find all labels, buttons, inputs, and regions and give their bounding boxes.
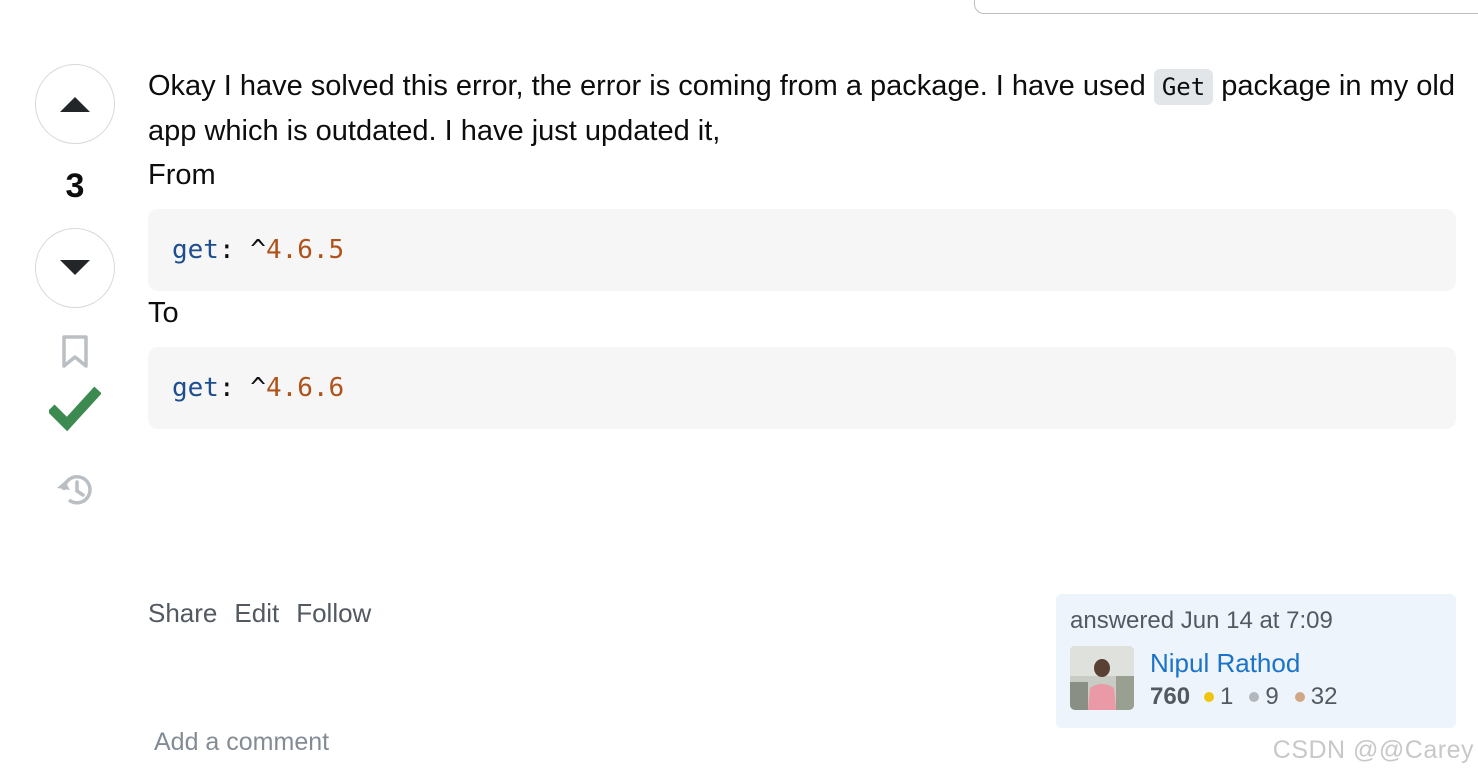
code-key: get (172, 235, 219, 265)
user-photo-icon (1070, 646, 1134, 710)
silver-badge-count: 9 (1265, 683, 1279, 710)
post-menu: Share Edit Follow (148, 598, 371, 629)
checkmark-icon (49, 386, 101, 432)
vote-column: 3 (34, 64, 116, 510)
arrow-up-icon (60, 97, 90, 112)
answer-page: 3 Okay I have solved this error, the err… (0, 0, 1478, 780)
edit-link[interactable]: Edit (234, 598, 279, 629)
from-label: From (148, 159, 216, 191)
search-box-edge[interactable] (974, 0, 1478, 14)
bronze-badges: 32 (1294, 680, 1338, 714)
reputation-score: 760 (1150, 683, 1191, 710)
to-label: To (148, 297, 179, 329)
intro-text-before: Okay I have solved this error, the error… (148, 70, 1154, 102)
code-block-to: get: ^ 4.6.6 (148, 347, 1456, 429)
bronze-badge-count: 32 (1310, 683, 1338, 710)
user-card: answered Jun 14 at 7:09 Nipul Rathod 760 (1056, 594, 1456, 728)
code-punct: : ^ (218, 235, 266, 265)
silver-badge-icon (1249, 692, 1260, 702)
upvote-button[interactable] (35, 64, 115, 144)
timeline-button[interactable] (55, 470, 95, 510)
user-name-link[interactable]: Nipul Rathod (1150, 646, 1347, 680)
code-block-from: get: ^ 4.6.5 (148, 209, 1456, 291)
watermark-text: CSDN @@Carey (1272, 736, 1474, 764)
follow-link[interactable]: Follow (296, 598, 371, 629)
vote-count: 3 (65, 166, 85, 205)
code-version: 4.6.5 (265, 235, 345, 265)
silver-badges: 9 (1249, 680, 1279, 714)
answer-intro-paragraph: Okay I have solved this error, the error… (148, 64, 1456, 153)
user-flair: 760 1 9 32 (1150, 680, 1347, 714)
user-info-row: Nipul Rathod 760 1 9 32 (1070, 646, 1442, 714)
answered-timestamp[interactable]: answered Jun 14 at 7:09 (1070, 606, 1442, 636)
gold-badge-icon (1204, 692, 1215, 702)
arrow-down-icon (60, 260, 90, 275)
downvote-button[interactable] (35, 228, 115, 308)
accepted-answer-mark (49, 382, 101, 434)
code-key: get (172, 373, 219, 403)
bronze-badge-icon (1294, 692, 1305, 702)
code-punct: : ^ (218, 373, 266, 403)
inline-code-get: Get (1153, 69, 1214, 105)
bookmark-button[interactable] (61, 334, 89, 370)
history-icon (57, 475, 92, 505)
share-link[interactable]: Share (148, 598, 217, 629)
add-comment-link[interactable]: Add a comment (154, 728, 329, 757)
gold-badges: 1 (1204, 680, 1233, 714)
user-details: Nipul Rathod 760 1 9 32 (1150, 646, 1347, 714)
gold-badge-count: 1 (1220, 683, 1234, 710)
avatar[interactable] (1070, 646, 1134, 710)
answer-body: Okay I have solved this error, the error… (148, 64, 1456, 429)
code-version: 4.6.6 (265, 373, 345, 403)
bookmark-icon (62, 335, 88, 368)
